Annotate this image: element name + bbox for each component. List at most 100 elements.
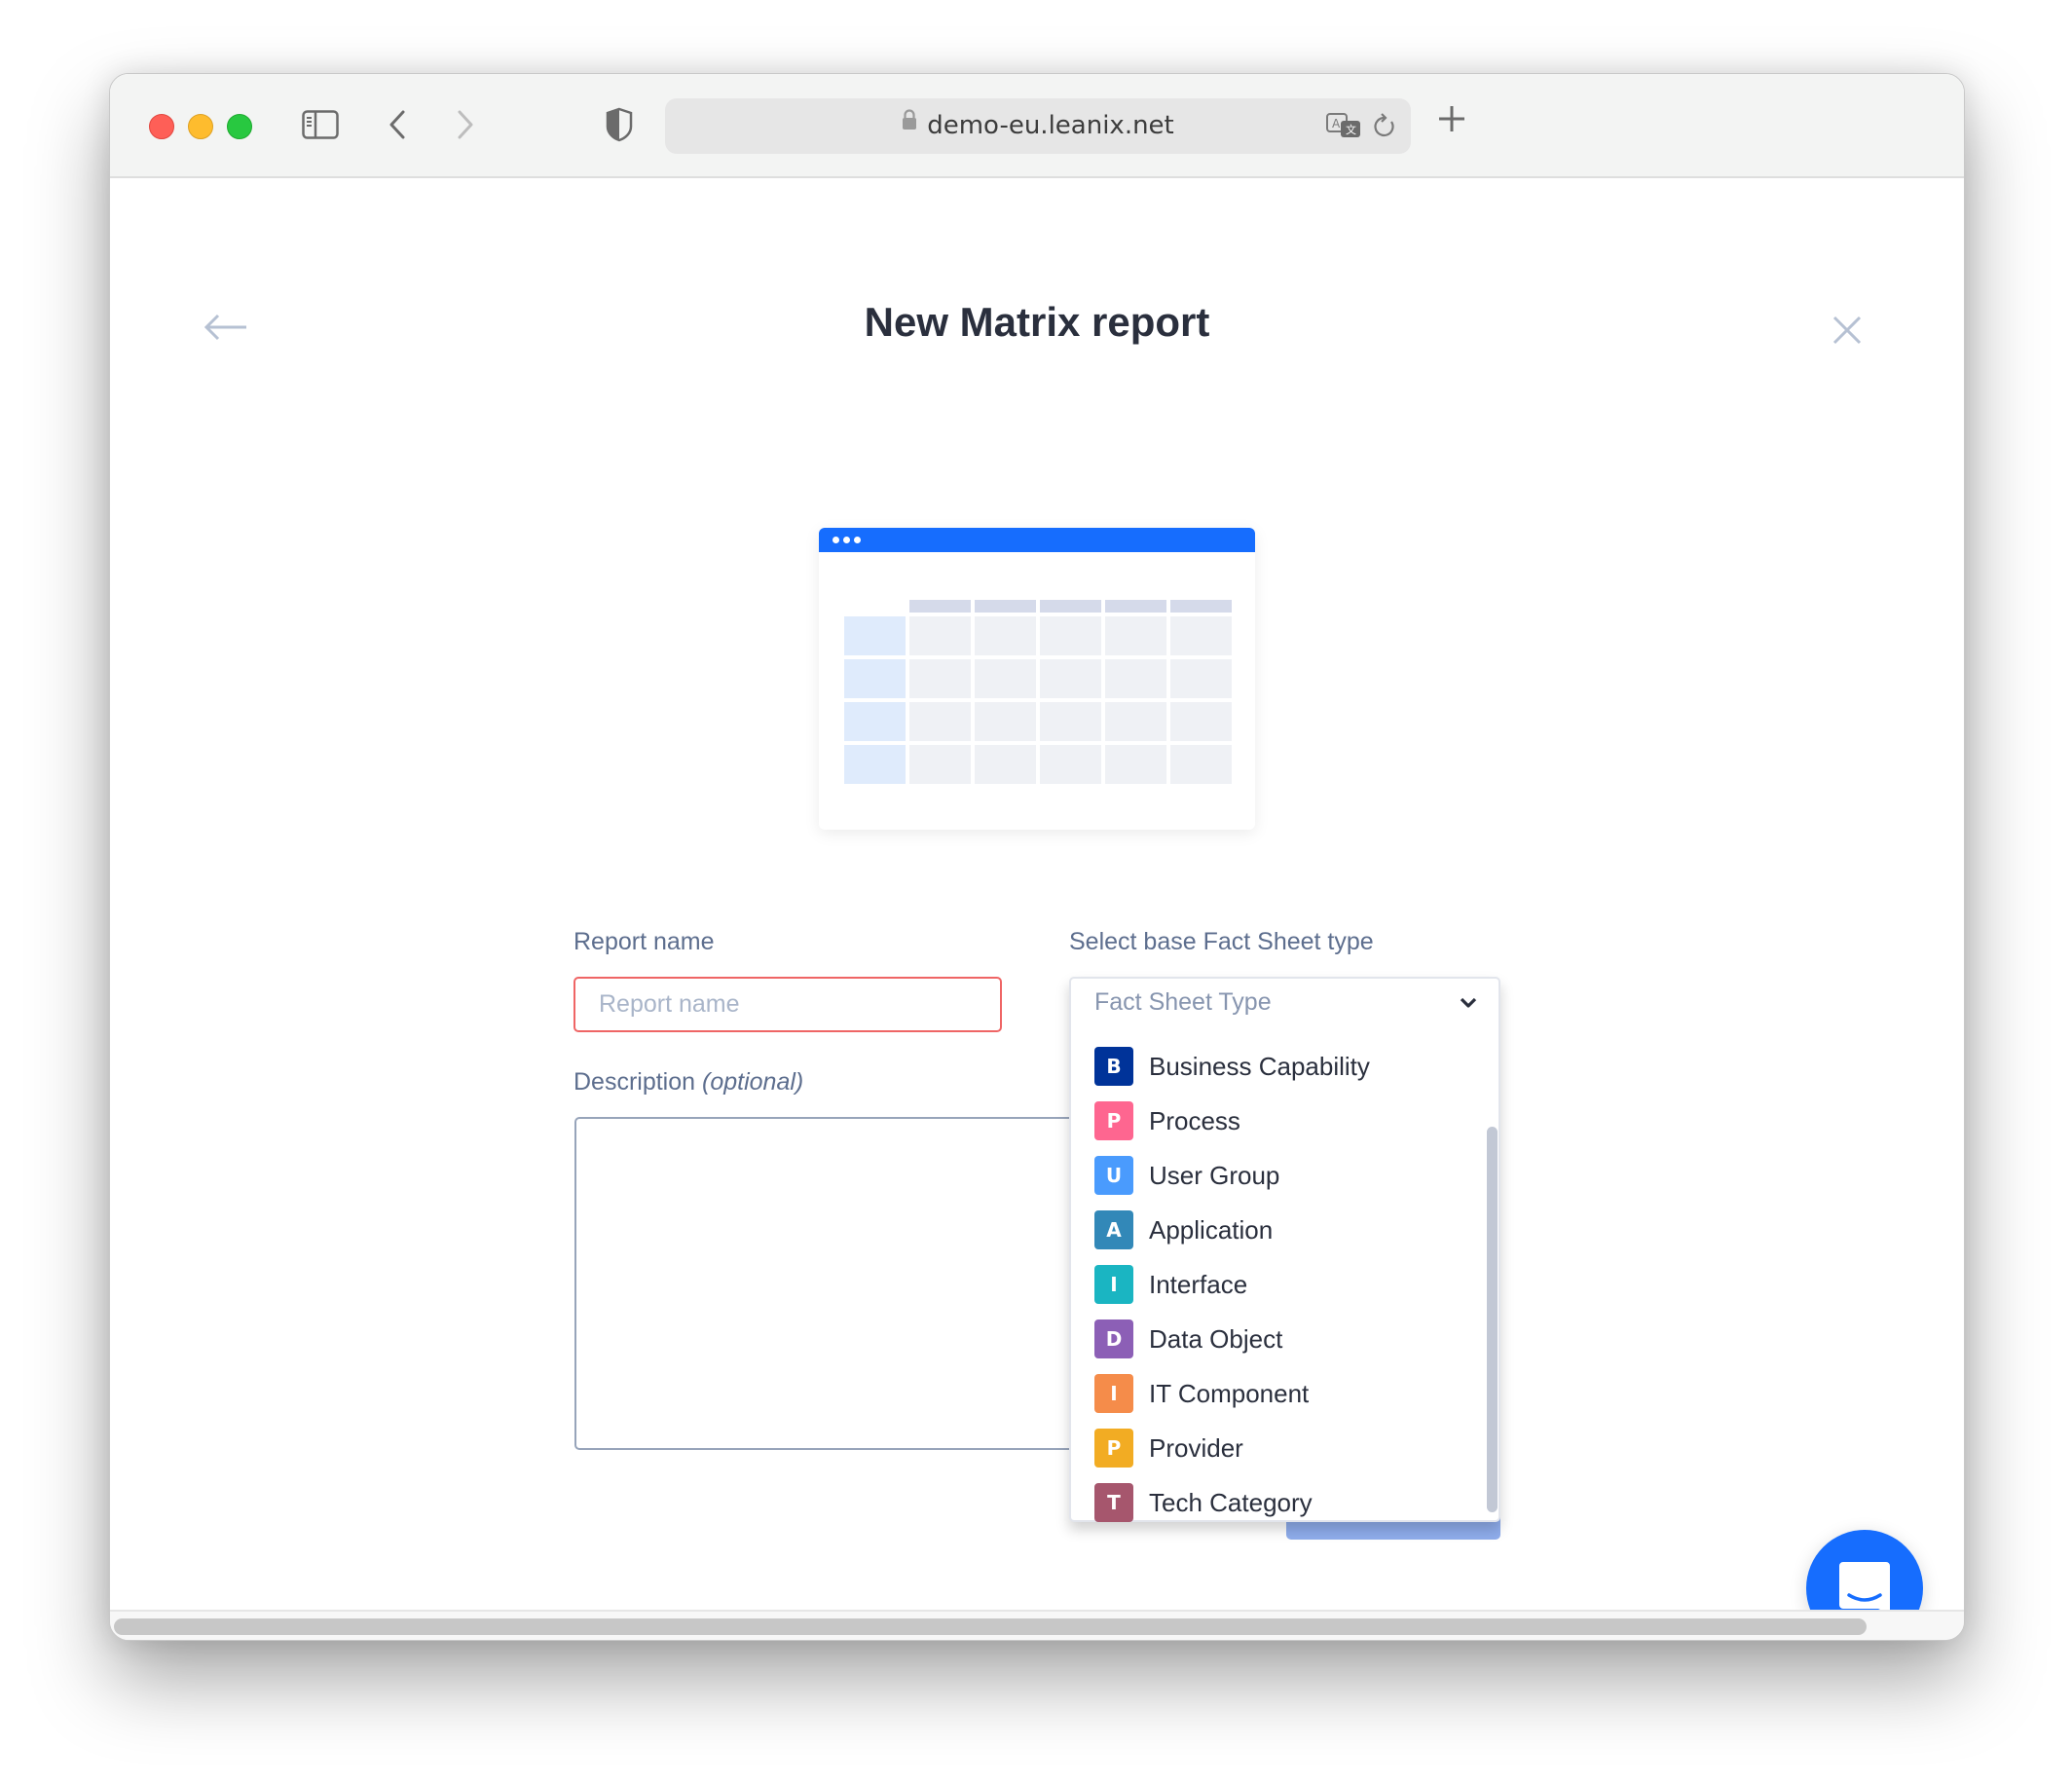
fact-sheet-type-badge: D — [1094, 1319, 1133, 1358]
description-label: Description (optional) — [574, 1068, 803, 1096]
close-button[interactable] — [1832, 315, 1863, 351]
address-bar[interactable]: demo-eu.leanix.net A 文 — [665, 98, 1411, 154]
illustration-cell — [1040, 745, 1101, 784]
back-button[interactable] — [385, 105, 410, 144]
illustration-row-header — [844, 616, 906, 655]
illustration-cell — [1170, 616, 1232, 655]
dropdown-option[interactable]: U User Group — [1094, 1154, 1279, 1197]
dropdown-option-label: IT Component — [1149, 1378, 1310, 1408]
fact-sheet-type-badge: U — [1094, 1156, 1133, 1195]
illustration-column-header — [909, 600, 971, 613]
illustration-cell — [1040, 702, 1101, 741]
fact-sheet-type-badge: P — [1094, 1429, 1133, 1468]
forward-button[interactable] — [453, 105, 478, 144]
dropdown-option[interactable]: I Interface — [1094, 1263, 1247, 1306]
dropdown-option-label: User Group — [1149, 1160, 1280, 1190]
dropdown-option-label: Business Capability — [1149, 1051, 1370, 1081]
traffic-close-button[interactable] — [149, 114, 174, 139]
chevron-right-icon — [458, 110, 473, 139]
illustration-cell — [1105, 702, 1166, 741]
illustration-dot — [854, 537, 861, 543]
illustration-cell — [1105, 616, 1166, 655]
matrix-report-illustration — [819, 528, 1255, 830]
plus-icon — [1439, 106, 1464, 131]
page-title: New Matrix report — [864, 299, 1210, 345]
dropdown-option[interactable]: D Data Object — [1094, 1318, 1282, 1360]
illustration-row-header — [844, 702, 906, 741]
page-content: New Matrix report Report name Descriptio… — [110, 178, 1964, 1640]
dropdown-toggle[interactable] — [1460, 996, 1477, 1014]
illustration-cell — [975, 745, 1036, 784]
url-text: demo-eu.leanix.net — [927, 111, 1174, 140]
translate-button[interactable]: A 文 — [1325, 112, 1364, 146]
dropdown-option-label: Provider — [1149, 1432, 1243, 1463]
dropdown-option[interactable]: B Business Capability — [1094, 1045, 1370, 1088]
traffic-minimize-button[interactable] — [188, 114, 213, 139]
illustration-cell — [909, 659, 971, 698]
illustration-cell — [975, 616, 1036, 655]
illustration-row-header — [844, 745, 906, 784]
dropdown-option[interactable]: P Process — [1094, 1099, 1240, 1142]
dropdown-option[interactable]: A Application — [1094, 1208, 1273, 1251]
fact-sheet-type-badge: I — [1094, 1374, 1133, 1413]
illustration-cell — [1170, 745, 1232, 784]
dropdown-option[interactable]: T Tech Category — [1094, 1481, 1313, 1524]
dropdown-option-label: Tech Category — [1149, 1487, 1313, 1517]
shield-icon — [606, 107, 633, 142]
privacy-report-button[interactable] — [605, 105, 634, 144]
illustration-cell — [909, 745, 971, 784]
browser-window: demo-eu.leanix.net A 文 New Matrix report… — [109, 73, 1965, 1641]
illustration-cell — [1170, 702, 1232, 741]
illustration-dot — [832, 537, 839, 543]
report-name-input[interactable] — [574, 977, 1002, 1032]
new-tab-button[interactable] — [1436, 103, 1467, 139]
reload-icon — [1374, 113, 1394, 137]
fact-sheet-type-placeholder: Fact Sheet Type — [1094, 988, 1272, 1016]
svg-text:文: 文 — [1346, 123, 1356, 136]
fact-sheet-type-badge: B — [1094, 1047, 1133, 1086]
illustration-cell — [1040, 616, 1101, 655]
dropdown-option[interactable]: I IT Component — [1094, 1372, 1309, 1415]
description-label-text: Description — [574, 1068, 696, 1096]
dropdown-option-label: Data Object — [1149, 1323, 1283, 1354]
illustration-cell — [975, 702, 1036, 741]
horizontal-scrollbar[interactable] — [110, 1610, 1964, 1640]
traffic-zoom-button[interactable] — [227, 114, 252, 139]
sidebar-icon — [302, 110, 339, 139]
illustration-header — [819, 528, 1255, 552]
illustration-column-header — [975, 600, 1036, 613]
fact-sheet-type-badge: P — [1094, 1101, 1133, 1140]
chevron-down-icon — [1460, 997, 1477, 1008]
chevron-left-icon — [389, 110, 405, 139]
horizontal-scrollbar-thumb[interactable] — [114, 1618, 1867, 1635]
dropdown-option-label: Process — [1149, 1105, 1240, 1135]
illustration-cell — [1170, 659, 1232, 698]
dropdown-option-label: Application — [1149, 1214, 1274, 1245]
illustration-column-header — [1170, 600, 1232, 613]
fact-sheet-type-badge: I — [1094, 1265, 1133, 1304]
sidebar-toggle-button[interactable] — [301, 105, 340, 144]
report-name-label: Report name — [574, 928, 715, 955]
lock-icon — [902, 95, 917, 151]
fact-sheet-type-label: Select base Fact Sheet type — [1069, 928, 1374, 955]
browser-toolbar: demo-eu.leanix.net A 文 — [110, 74, 1964, 178]
dropdown-option-label: Interface — [1149, 1269, 1248, 1299]
illustration-cell — [1105, 745, 1166, 784]
dropdown-scrollbar[interactable] — [1487, 1127, 1498, 1512]
translate-icon: A 文 — [1326, 113, 1360, 137]
fact-sheet-type-badge: A — [1094, 1210, 1133, 1249]
fact-sheet-type-dropdown[interactable]: Fact Sheet Type B Business Capability P Pro… — [1069, 977, 1500, 1522]
description-optional-hint: (optional) — [702, 1068, 804, 1096]
fact-sheet-type-badge: T — [1094, 1483, 1133, 1522]
illustration-column-header — [1105, 600, 1166, 613]
illustration-cell — [909, 702, 971, 741]
illustration-dot — [843, 537, 850, 543]
reload-button[interactable] — [1372, 112, 1397, 146]
illustration-row-header — [844, 659, 906, 698]
illustration-cell — [975, 659, 1036, 698]
illustration-cell — [1040, 659, 1101, 698]
dropdown-option[interactable]: P Provider — [1094, 1427, 1243, 1469]
illustration-cell — [909, 616, 971, 655]
illustration-column-header — [1040, 600, 1101, 613]
close-icon — [1832, 316, 1862, 345]
